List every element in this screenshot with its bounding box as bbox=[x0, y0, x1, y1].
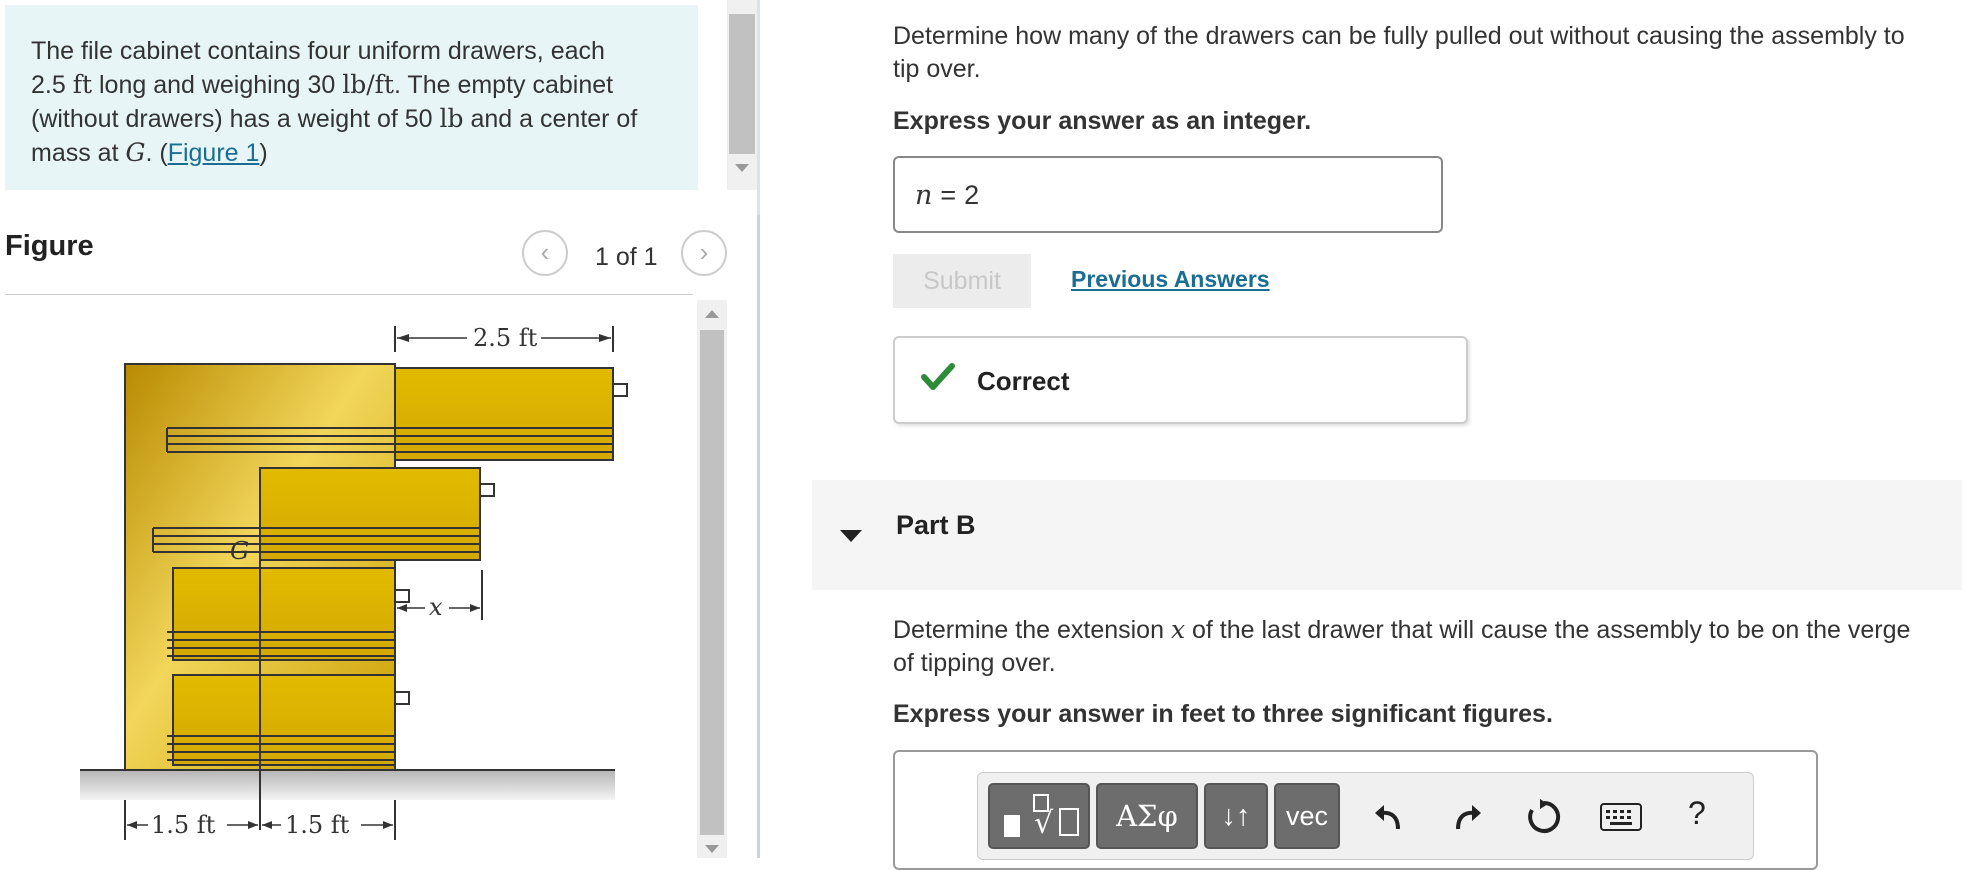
problem-text: and a center of bbox=[470, 105, 638, 133]
unit-lb: lb bbox=[439, 104, 464, 133]
problem-text: long and weighing 30 bbox=[98, 71, 336, 99]
answer-editor[interactable]: √ ΑΣφ ↓↑ vec ? bbox=[893, 750, 1818, 870]
problem-text: . The empty cabinet bbox=[393, 71, 614, 99]
help-button[interactable]: ? bbox=[1688, 795, 1706, 832]
figure-counter: 1 of 1 bbox=[595, 243, 658, 271]
templates-button[interactable]: √ bbox=[988, 783, 1090, 849]
greek-symbols-button[interactable]: ΑΣφ bbox=[1096, 783, 1198, 849]
problem-text: mass at bbox=[31, 139, 119, 167]
feedback-label: Correct bbox=[977, 366, 1070, 396]
unit-lb-per-ft: lb/ft bbox=[342, 70, 394, 99]
equals-sign: = bbox=[940, 180, 957, 210]
scrollbar-thumb[interactable] bbox=[700, 330, 724, 835]
keyboard-icon[interactable] bbox=[1600, 803, 1642, 831]
next-figure-button[interactable]: › bbox=[681, 230, 727, 276]
answer-field[interactable]: n = 2 bbox=[893, 156, 1443, 233]
dimension-length-label: 2.5 ft bbox=[473, 324, 538, 352]
feedback-box: Correct bbox=[893, 336, 1468, 424]
g-label: G bbox=[230, 537, 249, 565]
drawer-2 bbox=[259, 467, 481, 561]
answer-variable: n bbox=[915, 180, 933, 211]
ground bbox=[80, 770, 615, 800]
problem-text: ) bbox=[259, 139, 268, 167]
scroll-down-arrow-icon[interactable] bbox=[735, 164, 749, 172]
problem-length-value: 2.5 bbox=[31, 71, 66, 99]
reset-icon[interactable] bbox=[1526, 799, 1562, 835]
panel-divider[interactable] bbox=[757, 0, 760, 858]
question-text: Determine how many of the drawers can be… bbox=[893, 22, 1905, 50]
collapse-triangle-icon[interactable] bbox=[840, 530, 862, 542]
var-x: x bbox=[1170, 615, 1186, 644]
templates-icon: √ bbox=[1004, 794, 1079, 841]
part-b-header[interactable]: Part B bbox=[812, 480, 1962, 590]
answer-value: 2 bbox=[964, 180, 980, 210]
part-b-question: Determine the extension x of the last dr… bbox=[893, 613, 1910, 680]
dimension-left-label: 1.5 ft bbox=[151, 811, 216, 839]
figure-image: 2.5 ft G x 1.5 ft 1.5 ft bbox=[5, 300, 693, 858]
scroll-down-arrow-icon[interactable] bbox=[705, 845, 719, 853]
chevron-left-icon: ‹ bbox=[540, 237, 550, 267]
previous-answers-link[interactable]: Previous Answers bbox=[1071, 266, 1270, 293]
figure-link[interactable]: Figure 1 bbox=[168, 139, 260, 167]
drawer-1 bbox=[394, 367, 614, 461]
drawer-3 bbox=[172, 567, 396, 661]
part-a-instruction: Express your answer as an integer. bbox=[893, 107, 1312, 135]
question-text: of tipping over. bbox=[893, 649, 1056, 677]
scroll-up-arrow-icon[interactable] bbox=[705, 310, 719, 318]
subscript-superscript-button[interactable]: ↓↑ bbox=[1204, 783, 1268, 849]
dimension-right-label: 1.5 ft bbox=[285, 811, 350, 839]
problem-statement: The file cabinet contains four uniform d… bbox=[5, 5, 698, 190]
chevron-right-icon: › bbox=[699, 237, 709, 267]
part-a-question: Determine how many of the drawers can be… bbox=[893, 20, 1905, 86]
problem-text: The file cabinet contains four uniform d… bbox=[31, 37, 605, 65]
problem-scrollbar[interactable] bbox=[727, 0, 757, 190]
undo-icon[interactable] bbox=[1372, 799, 1406, 833]
math-toolbar: √ ΑΣφ ↓↑ vec ? bbox=[977, 772, 1754, 860]
problem-text: . ( bbox=[145, 139, 168, 167]
x-label: x bbox=[429, 593, 443, 621]
checkmark-icon bbox=[921, 363, 955, 390]
var-g: G bbox=[125, 138, 146, 167]
figure-scrollbar[interactable] bbox=[697, 300, 727, 858]
vector-button[interactable]: vec bbox=[1274, 783, 1340, 849]
unit-ft: ft bbox=[72, 70, 93, 99]
file-cabinet-diagram: 2.5 ft G x 1.5 ft 1.5 ft bbox=[80, 324, 628, 840]
scrollbar-thumb[interactable] bbox=[729, 14, 755, 154]
question-text: Determine the extension bbox=[893, 616, 1164, 644]
question-text: of the last drawer that will cause the a… bbox=[1192, 616, 1911, 644]
figure-title: Figure bbox=[5, 230, 94, 262]
divider bbox=[5, 294, 693, 295]
part-b-title: Part B bbox=[896, 510, 976, 540]
redo-icon[interactable] bbox=[1450, 799, 1484, 833]
previous-figure-button[interactable]: ‹ bbox=[522, 230, 568, 276]
part-b-instruction: Express your answer in feet to three sig… bbox=[893, 700, 1553, 728]
submit-button[interactable]: Submit bbox=[893, 254, 1031, 308]
problem-text: (without drawers) has a weight of 50 bbox=[31, 105, 433, 133]
question-text: tip over. bbox=[893, 55, 981, 83]
answer-expression: n = 2 bbox=[915, 180, 979, 211]
